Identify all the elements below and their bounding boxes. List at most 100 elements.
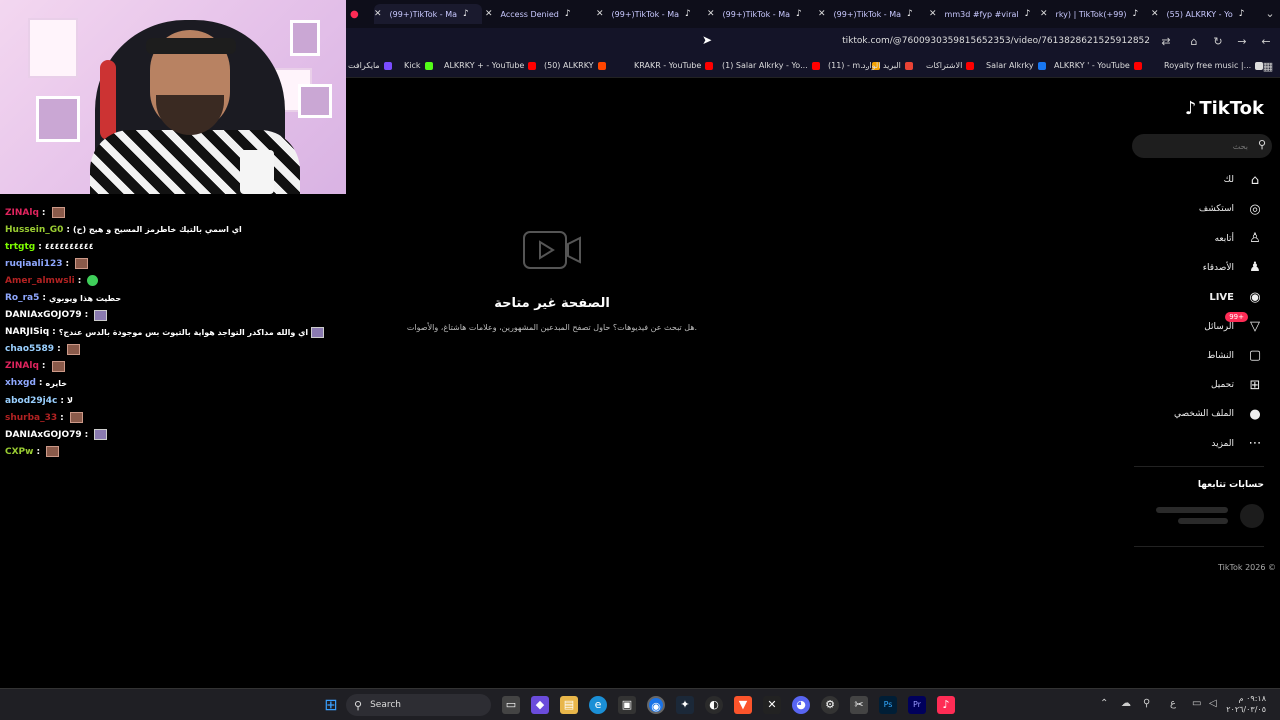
nav-item[interactable]: تحميل ⊞: [1211, 375, 1264, 395]
copilot-icon[interactable]: ◆: [531, 696, 549, 714]
browser-tab[interactable]: ✕ (99+)TikTok - Ma ♪: [818, 4, 926, 24]
mouse-cursor-icon: ➤: [702, 33, 713, 47]
browser-tab[interactable]: ✕ (99+)TikTok - Ma ♪: [374, 4, 482, 24]
chat-emote-icon: [94, 429, 108, 441]
store-icon[interactable]: ▣: [618, 696, 636, 714]
volume-icon[interactable]: ◁: [1209, 698, 1217, 709]
close-tab-icon[interactable]: ✕: [818, 9, 826, 19]
bookmark-item[interactable]: (1) Salar Alkrky - Yo...: [722, 61, 820, 70]
tab-title: (99+)TikTok - Ma: [611, 9, 679, 19]
microphone-icon[interactable]: ⚲: [1143, 698, 1150, 709]
nav-item[interactable]: أتابعه ♙: [1215, 229, 1264, 249]
discord-icon[interactable]: ◕: [792, 696, 810, 714]
browser-tab[interactable]: ✕ (55) ALKRKY - Yo ♪: [1151, 4, 1259, 24]
close-tab-icon[interactable]: ✕: [1040, 9, 1048, 19]
network-icon[interactable]: ▭: [1192, 698, 1201, 709]
page-unavailable-title: الصفحة غير متاحة: [494, 296, 610, 311]
close-tab-icon[interactable]: ✕: [1151, 9, 1159, 19]
steam-icon[interactable]: ✦: [676, 696, 694, 714]
tab-title: mm3d #fyp #viral: [944, 9, 1019, 19]
nav-item[interactable]: الملف الشخصي ●: [1174, 404, 1264, 424]
bookmark-item[interactable]: (50) ALKRKY: [544, 61, 606, 70]
nav-item[interactable]: المزيد ⋯: [1211, 434, 1264, 454]
cup: [240, 150, 274, 194]
nav-label: أتابعه: [1214, 233, 1234, 244]
nav-item[interactable]: LIVE ◉: [1209, 287, 1264, 307]
search-input[interactable]: [1132, 134, 1272, 158]
tray-overflow-icon[interactable]: ⌃: [1100, 698, 1108, 709]
edge-icon[interactable]: e: [589, 696, 607, 714]
close-tab-icon[interactable]: ✕: [929, 9, 937, 19]
browser-tab[interactable]: ✕ mm3d #fyp #viral ♪: [929, 4, 1037, 24]
nav-item[interactable]: الأصدقاء ♟: [1203, 258, 1264, 278]
browser-tab[interactable]: ✕ Access Denied ♪: [485, 4, 593, 24]
forward-icon[interactable]: →: [1234, 34, 1250, 50]
clock-date: ٢٠٢٦/٠٣/٠٥: [1226, 705, 1266, 714]
clock[interactable]: ٠٩:١٨ م ٢٠٢٦/٠٣/٠٥: [1226, 693, 1266, 715]
headband: [146, 38, 236, 54]
compass-icon: ◎: [1249, 201, 1261, 217]
file-explorer-icon[interactable]: ▤: [560, 696, 578, 714]
nav-item[interactable]: استكشف ◎: [1199, 199, 1264, 219]
language-indicator[interactable]: ع: [1170, 698, 1176, 709]
nav-item[interactable]: النشاط ▢: [1207, 346, 1264, 366]
upload-icon: ⊞: [1249, 377, 1261, 393]
obs-icon[interactable]: ◐: [705, 696, 723, 714]
browser-tab[interactable]: ✕ rky) | TikTok(+99) ♪: [1040, 4, 1148, 24]
chat-text: اي والله مداكدر التواجد هواية بالتيوت بس…: [58, 327, 309, 337]
home-icon[interactable]: ⌂: [1186, 34, 1202, 50]
chat-username: abod29j4c: [5, 395, 58, 406]
premiere-icon[interactable]: Pr: [908, 696, 926, 714]
settings-gear-icon[interactable]: ⚙: [821, 696, 839, 714]
close-tab-icon[interactable]: ✕: [596, 9, 604, 19]
chat-username: DANIAxGOJO79: [5, 310, 82, 321]
back-icon[interactable]: ←: [1258, 34, 1274, 50]
chat-message: abod29j4c: لا: [0, 392, 346, 409]
windows-start-icon[interactable]: ⊞: [322, 696, 340, 714]
tab-title: (99+)TikTok - Ma: [389, 9, 457, 19]
bookmark-item[interactable]: الاشتراكات: [926, 61, 975, 70]
site-settings-icon[interactable]: ⇄: [1158, 34, 1174, 50]
chat-emote-icon: [46, 446, 60, 458]
nav-item[interactable]: الرسائل ▽ 99+: [1204, 311, 1264, 337]
cloud-icon[interactable]: ☁: [1121, 698, 1131, 709]
bookmark-item[interactable]: Kick: [404, 61, 433, 70]
bookmark-item[interactable]: ALKRKY + - YouTube: [444, 61, 537, 70]
capcut-icon[interactable]: ✕: [763, 696, 781, 714]
browser-tab[interactable]: ✕ (99+)TikTok - Ma ♪: [596, 4, 704, 24]
bookmark-item[interactable]: KRAKR - YouTube: [634, 61, 714, 70]
photoshop-icon[interactable]: Ps: [879, 696, 897, 714]
tab-pinned-icon[interactable]: ●: [350, 4, 359, 24]
live-icon: ◉: [1249, 289, 1261, 305]
chat-message: Hussein_G0: اي اسمي بالتيك خاطرمز المسيح …: [0, 221, 346, 238]
nav-label: LIVE: [1209, 291, 1234, 303]
close-tab-icon[interactable]: ✕: [374, 9, 382, 19]
task-view-icon[interactable]: ▭: [502, 696, 520, 714]
bookmark-item[interactable]: البريد الوارد: [862, 61, 913, 70]
bookmark-item[interactable]: Salar Alkrky: [986, 61, 1046, 70]
search-icon[interactable]: ⚲: [1258, 138, 1266, 151]
tiktok-logo[interactable]: ♪ TikTok: [1185, 98, 1264, 119]
chat-separator: :: [66, 224, 71, 235]
taskbar-search[interactable]: ⚲ Search: [346, 694, 491, 716]
chrome-icon[interactable]: ◉: [647, 696, 665, 714]
nav-label: الأصدقاء: [1202, 262, 1234, 273]
snipping-tool-icon[interactable]: ✂: [850, 696, 868, 714]
address-input[interactable]: tiktok.com/@7600930359815652353/video/76…: [842, 36, 1150, 46]
nav-item[interactable]: لك ⌂: [1224, 170, 1264, 190]
bookmark-item[interactable]: Royalty free music |...: [1164, 61, 1264, 70]
close-tab-icon[interactable]: ✕: [485, 9, 493, 19]
tiktok-app-icon[interactable]: ♪: [937, 696, 955, 714]
bookmark-item[interactable]: ALKRKY ' - YouTube: [1054, 61, 1142, 70]
chat-message: chao5589:: [0, 341, 346, 358]
bookmark-item[interactable]: مايكرافت: [348, 61, 392, 70]
windows-taskbar: ⊞ ⚲ Search ▭ ◆ ▤ e ▣ ◉ ✦ ◐ ▼ ✕ ◕ ⚙ ✂ Ps P…: [0, 688, 1280, 720]
tab-list-chevron-icon[interactable]: ⌄: [1262, 6, 1278, 22]
brave-icon[interactable]: ▼: [734, 696, 752, 714]
reload-icon[interactable]: ↻: [1210, 34, 1226, 50]
close-tab-icon[interactable]: ✕: [707, 9, 715, 19]
chat-message: NARJISiq: اي والله مداكدر التواجد هواية ب…: [0, 324, 346, 341]
browser-tab[interactable]: ✕ (99+)TikTok - Ma ♪: [707, 4, 815, 24]
chat-text: لا: [66, 396, 73, 406]
chat-emote-icon: [311, 326, 325, 338]
